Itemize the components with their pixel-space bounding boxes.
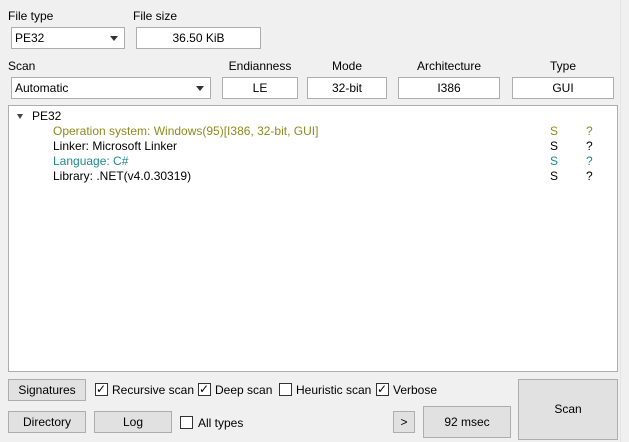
tree-item-q: ?	[586, 139, 593, 153]
checkmark-icon: ✓	[96, 382, 107, 396]
collapse-triangle-icon[interactable]	[17, 114, 23, 119]
all-types-label: All types	[198, 416, 244, 430]
more-button[interactable]: >	[393, 411, 415, 433]
tree-item-s: S	[550, 154, 559, 168]
tree-item-library[interactable]: Library: .NET(v4.0.30319) S ?	[9, 169, 617, 184]
file-size-label: File size	[133, 9, 178, 23]
tree-item-operation-system[interactable]: Operation system: Windows(95)[I386, 32-b…	[9, 124, 617, 139]
tree-item-language[interactable]: Language: C# S ?	[9, 154, 617, 169]
tree-item-q: ?	[586, 154, 593, 168]
verbose-checkbox[interactable]: ✓	[376, 382, 389, 396]
chevron-down-icon	[196, 86, 204, 91]
scan-label: Scan	[8, 59, 36, 73]
scan-mode-value: Automatic	[15, 81, 69, 95]
tree-item-text: Operation system: Windows(95)[I386, 32-b…	[53, 124, 319, 138]
tree-item-linker[interactable]: Linker: Microsoft Linker S ?	[9, 139, 617, 154]
chevron-down-icon	[110, 36, 118, 41]
heuristic-scan-checkbox[interactable]	[279, 383, 292, 396]
file-type-select[interactable]: PE32	[11, 27, 125, 49]
scan-mode-select[interactable]: Automatic	[11, 77, 211, 99]
all-types-checkbox[interactable]	[180, 416, 193, 429]
type-field: GUI	[512, 77, 614, 99]
file-type-value: PE32	[15, 31, 45, 45]
tree-item-s: S	[550, 124, 559, 138]
signatures-button[interactable]: Signatures	[8, 379, 86, 401]
tree-item-s: S	[550, 169, 559, 183]
tree-root-label: PE32	[32, 109, 62, 123]
endianness-label: Endianness	[228, 59, 292, 73]
tree-item-text: Library: .NET(v4.0.30319)	[53, 169, 192, 183]
scan-button[interactable]: Scan	[518, 379, 618, 440]
tree-item-text: Linker: Microsoft Linker	[53, 139, 178, 153]
tree-root[interactable]: PE32	[9, 109, 617, 124]
recursive-scan-label: Recursive scan	[112, 383, 195, 397]
checkmark-icon: ✓	[199, 382, 210, 396]
deep-scan-label: Deep scan	[215, 383, 273, 397]
checkmark-icon: ✓	[377, 382, 388, 396]
heuristic-scan-label: Heuristic scan	[296, 383, 372, 397]
tree-item-s: S	[550, 139, 559, 153]
log-button[interactable]: Log	[94, 411, 172, 433]
architecture-field: I386	[398, 77, 500, 99]
directory-button[interactable]: Directory	[8, 411, 86, 433]
type-label: Type	[549, 59, 576, 73]
mode-field: 32-bit	[307, 77, 387, 99]
window-edge	[620, 0, 629, 442]
recursive-scan-checkbox[interactable]: ✓	[95, 382, 108, 396]
mode-label: Mode	[331, 59, 363, 73]
tree-item-q: ?	[586, 169, 593, 183]
architecture-label: Architecture	[416, 59, 482, 73]
results-tree[interactable]: PE32 Operation system: Windows(95)[I386,…	[8, 105, 618, 372]
elapsed-time-button[interactable]: 92 msec	[423, 406, 511, 438]
deep-scan-checkbox[interactable]: ✓	[198, 382, 211, 396]
file-size-field: 36.50 KiB	[136, 27, 261, 49]
file-type-label: File type	[8, 9, 54, 23]
tree-item-text: Language: C#	[53, 154, 129, 168]
verbose-label: Verbose	[393, 383, 438, 397]
tree-item-q: ?	[586, 124, 593, 138]
endianness-field: LE	[222, 77, 298, 99]
